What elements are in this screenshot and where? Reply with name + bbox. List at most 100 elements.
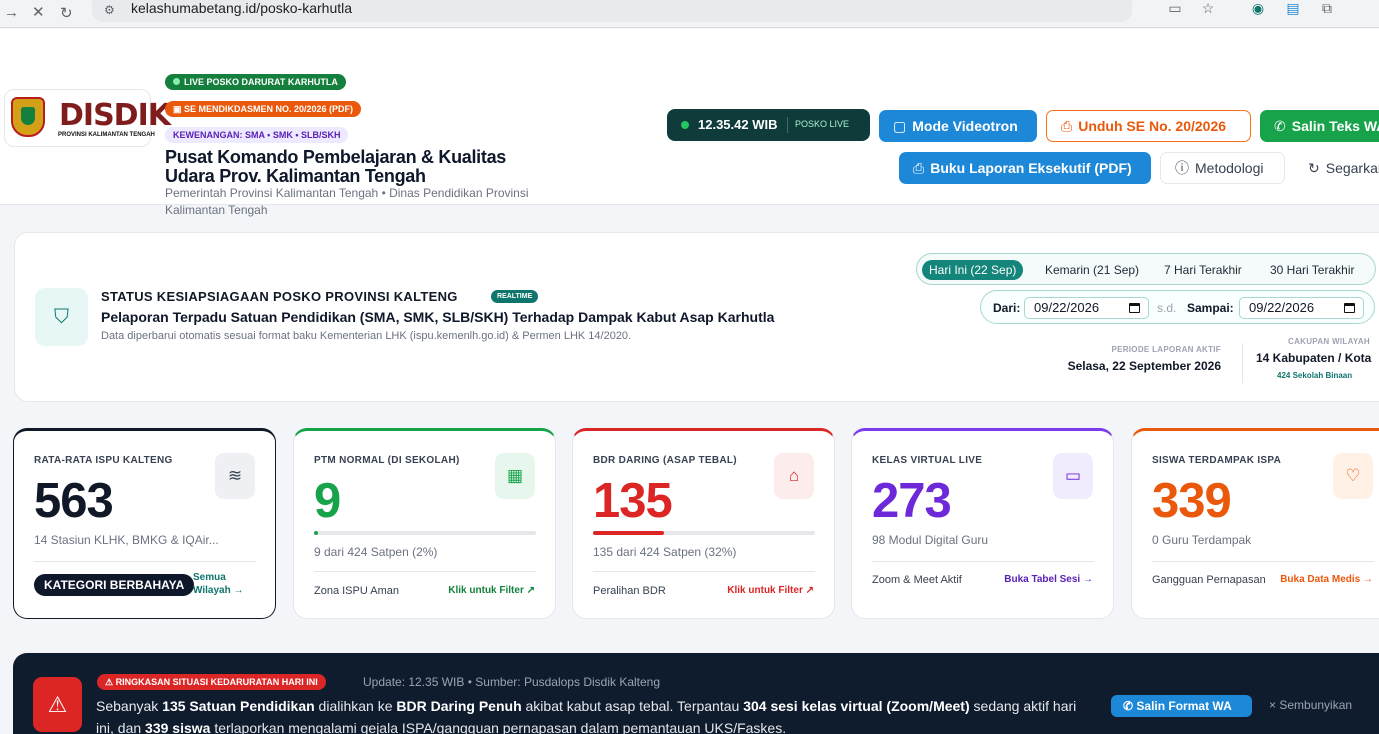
live-dot-icon [173, 78, 180, 85]
progress-fill [593, 531, 665, 535]
card-kelas-virtual[interactable]: KELAS VIRTUAL LIVE ▭ 273 98 Modul Digita… [851, 428, 1114, 619]
card-foot: Zona ISPU Aman [314, 585, 399, 597]
status-subtitle: Pelaporan Terpadu Satuan Pendidikan (SMA… [101, 309, 775, 325]
progress-bar [593, 531, 815, 535]
card-foot: Gangguan Pernapasan [1152, 574, 1266, 586]
file-download-icon: ⎙ [1061, 118, 1073, 134]
progress-fill [314, 531, 319, 535]
sembunyikan-button[interactable]: × Sembunyikan [1269, 698, 1352, 712]
status-note: Data diperbarui otomatis sesuai format b… [101, 330, 632, 342]
buka-tabel-link[interactable]: Buka Tabel Sesi → [1004, 574, 1093, 585]
clock-time: 12.35.42 WIB [698, 117, 778, 132]
cakupan-value: 14 Kabupaten / Kota [1256, 351, 1372, 365]
document-icon: ▣ [173, 104, 185, 114]
card-foot: Zoom & Meet Aktif [872, 574, 962, 586]
period-tabs: Hari Ini (22 Sep) Kemarin (21 Sep) 7 Har… [916, 253, 1376, 285]
date-range-filter: Dari: 09/22/2026 s.d. Sampai: 09/22/2026 [980, 290, 1375, 324]
card-ispu[interactable]: RATA-RATA ISPU KALTENG ≋ 563 14 Stasiun … [13, 428, 276, 619]
card-siswa-ispa[interactable]: SISWA TERDAMPAK ISPA ♡ 339 0 Guru Terdam… [1131, 428, 1379, 619]
page-title: Pusat Komando Pembelajaran & Kualitas Ud… [165, 147, 506, 186]
salin-format-wa-button[interactable]: ✆ Salin Format WA [1111, 695, 1252, 717]
filter-link[interactable]: Klik untuk Filter ↗ [448, 585, 535, 596]
refresh-icon: ↻ [1308, 160, 1320, 176]
printer-icon: ⎙ [913, 160, 925, 176]
card-bdr[interactable]: BDR DARING (ASAP TEBAL) ⌂ 135 135 dari 4… [572, 428, 835, 619]
page-subtitle: Pemerintah Provinsi Kalimantan Tengah • … [165, 186, 529, 217]
salin-teks-wa-button[interactable]: ✆ Salin Teks WA [1260, 110, 1379, 142]
unduh-se-button[interactable]: ⎙ Unduh SE No. 20/2026 [1046, 110, 1251, 142]
extension-shield-icon[interactable]: ◉ [1249, 0, 1267, 16]
home-icon: ⌂ [774, 453, 814, 499]
filter-link[interactable]: Klik untuk Filter ↗ [727, 585, 814, 596]
kalteng-shield-icon [11, 97, 45, 137]
card-value: 135 [593, 474, 673, 528]
card-label: SISWA TERDAMPAK ISPA [1152, 455, 1282, 466]
card-label: BDR DARING (ASAP TEBAL) [593, 455, 737, 466]
info-icon: ⓘ [1175, 160, 1189, 176]
whatsapp-icon: ✆ [1123, 699, 1137, 713]
sampai-date-input[interactable]: 09/22/2026 [1239, 297, 1364, 319]
realtime-badge: REALTIME [491, 290, 539, 303]
calendar-icon[interactable] [1129, 303, 1140, 313]
bookmark-star-icon[interactable]: ☆ [1199, 0, 1217, 16]
periode-label: PERIODE LAPORAN AKTIF [1111, 345, 1221, 354]
shield-check-icon: ⛉ [35, 288, 88, 346]
url-text[interactable]: kelashumabetang.id/posko-karhutla [131, 0, 352, 16]
card-meta: 0 Guru Terdampak [1152, 533, 1252, 547]
semua-wilayah-link[interactable]: Semua Wilayah → [193, 571, 253, 597]
clock-label: POSKO LIVE [795, 119, 850, 129]
monitor-icon: ▢ [893, 118, 907, 134]
forward-icon[interactable]: → [4, 4, 19, 21]
card-meta: 135 dari 424 Satpen (32%) [593, 545, 737, 559]
warning-icon: ⚠ [33, 677, 82, 732]
metodologi-button[interactable]: ⓘ Metodologi [1160, 152, 1285, 184]
card-meta: 9 dari 424 Satpen (2%) [314, 545, 438, 559]
periode-value: Selasa, 22 September 2026 [1067, 359, 1221, 373]
se-pdf-badge[interactable]: ▣ SE MENDIKDASMEN NO. 20/2026 (PDF) [165, 101, 362, 117]
cancel-icon[interactable]: ✕ [32, 3, 45, 21]
cakupan-label: CAKUPAN WILAYAH [1288, 337, 1370, 346]
buka-data-medis-link[interactable]: Buka Data Medis → [1280, 574, 1373, 585]
card-label: PTM NORMAL (DI SEKOLAH) [314, 455, 460, 466]
emergency-summary: ⚠ ⚠ RINGKASAN SITUASI KEDARURATAN HARI I… [13, 653, 1379, 734]
summary-update: Update: 12.35 WIB • Sumber: Pusdalops Di… [363, 675, 661, 689]
tab-7-hari[interactable]: 7 Hari Terakhir [1157, 260, 1249, 280]
tab-30-hari[interactable]: 30 Hari Terakhir [1263, 260, 1361, 280]
reload-icon[interactable]: ↻ [60, 4, 73, 22]
tab-kemarin[interactable]: Kemarin (21 Sep) [1038, 260, 1146, 280]
buku-laporan-button[interactable]: ⎙ Buku Laporan Eksekutif (PDF) [899, 152, 1151, 184]
kategori-badge: KATEGORI BERBAHAYA [34, 574, 195, 596]
status-dot-icon [681, 121, 689, 129]
close-icon: × [1269, 698, 1280, 712]
live-posko-badge: LIVE POSKO DARURAT KARHUTLA [165, 74, 346, 90]
browser-toolbar: → ✕ ↻ ⚙ kelashumabetang.id/posko-karhutl… [0, 0, 1379, 28]
progress-bar [314, 531, 536, 535]
status-panel: ⛉ STATUS KESIAPSIAGAAN POSKO PROVINSI KA… [14, 232, 1379, 402]
disdik-logo: DISDIK PROVINSI KALIMANTAN TENGAH [4, 89, 171, 147]
calendar-icon[interactable] [1344, 303, 1355, 313]
card-value: 339 [1152, 474, 1232, 528]
card-meta: 14 Stasiun KLHK, BMKG & IQAir... [34, 533, 219, 547]
sampai-label: Sampai: [1187, 301, 1234, 315]
summary-badge: ⚠ RINGKASAN SITUASI KEDARURATAN HARI INI [97, 674, 326, 690]
building-icon: ▦ [495, 453, 535, 499]
mode-videotron-button[interactable]: ▢ Mode Videotron [879, 110, 1037, 142]
site-settings-icon[interactable]: ⚙ [104, 3, 115, 17]
card-value: 9 [314, 474, 341, 528]
summary-text: Sebanyak 135 Satuan Pendidikan dialihkan… [96, 698, 1077, 734]
tab-hari-ini[interactable]: Hari Ini (22 Sep) [922, 260, 1024, 280]
card-value: 563 [34, 474, 114, 528]
live-clock: 12.35.42 WIB POSKO LIVE [667, 109, 870, 141]
cakupan-sub: 424 Sekolah Binaan [1277, 371, 1353, 380]
kewenangan-badge: KEWENANGAN: SMA • SMK • SLB/SKH [165, 127, 349, 143]
extensions-puzzle-icon[interactable]: ⧉ [1318, 0, 1336, 16]
heart-pulse-icon: ♡ [1333, 453, 1373, 499]
dari-date-input[interactable]: 09/22/2026 [1024, 297, 1149, 319]
cast-icon[interactable]: ▭ [1166, 0, 1184, 16]
segarkan-button[interactable]: ↻Segarkan [1294, 152, 1379, 184]
extension-doc-icon[interactable]: ▤ [1284, 0, 1302, 16]
card-ptm[interactable]: PTM NORMAL (DI SEKOLAH) ▦ 9 9 dari 424 S… [293, 428, 556, 619]
card-label: RATA-RATA ISPU KALTENG [34, 455, 173, 466]
wind-icon: ≋ [215, 453, 255, 499]
dari-label: Dari: [993, 301, 1021, 315]
